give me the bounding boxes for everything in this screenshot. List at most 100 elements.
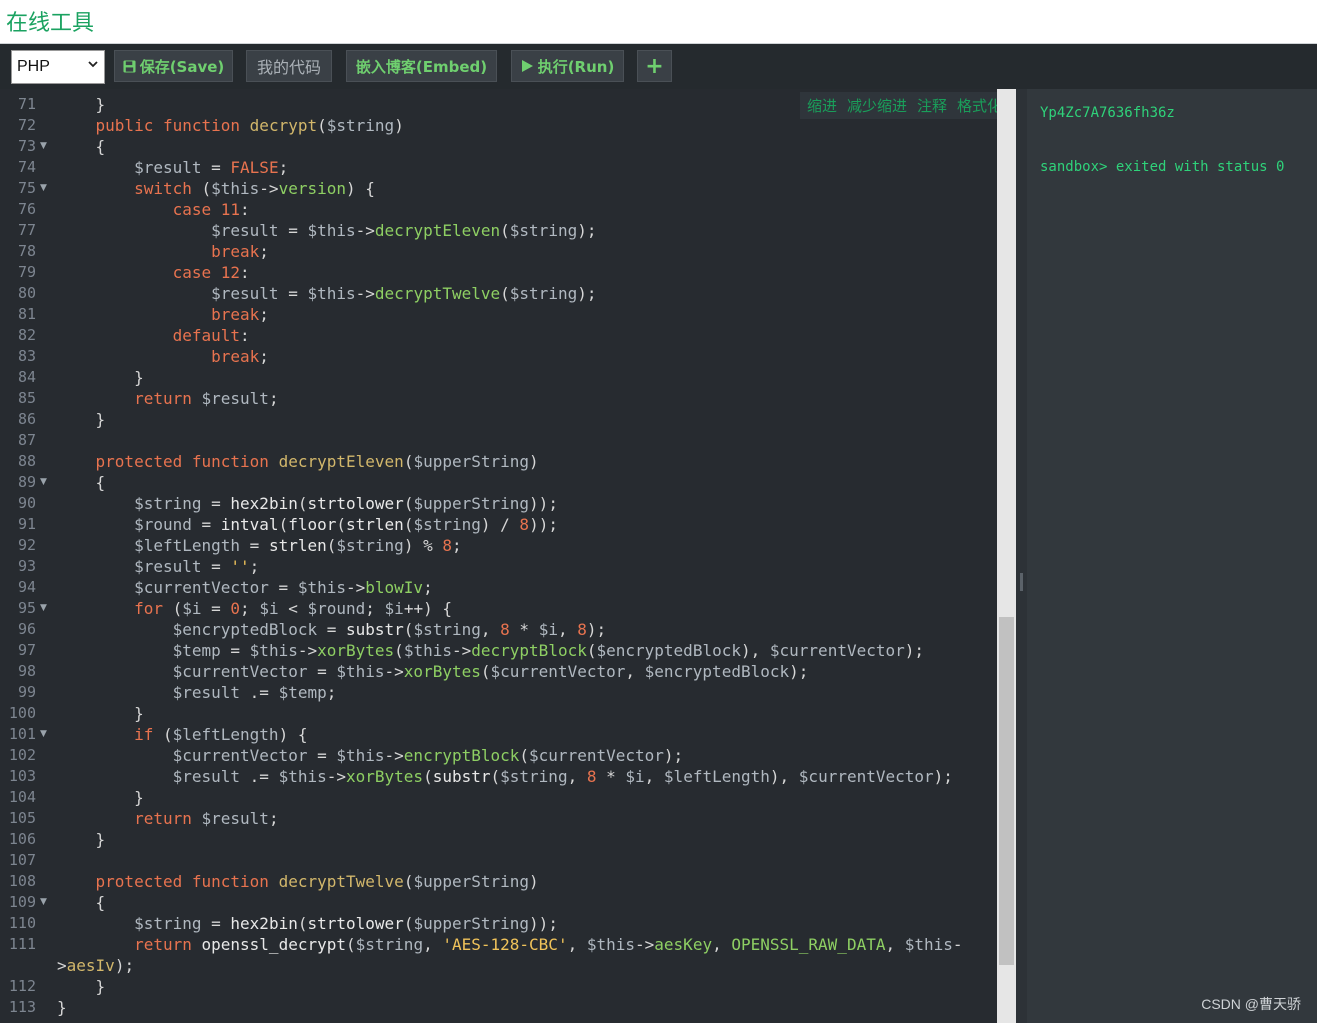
code-line: }: [57, 977, 106, 996]
run-button[interactable]: 执行(Run): [511, 50, 624, 82]
code-line: >aesIv);: [57, 956, 135, 975]
line-number: 79: [17, 263, 36, 281]
editor-scrollbar[interactable]: [997, 89, 1016, 1023]
output-panel: Yp4Zc7A7636fh36z sandbox> exited with sta…: [1027, 89, 1317, 1023]
plus-icon: +: [645, 53, 664, 79]
line-number: 85: [17, 389, 36, 407]
code-line: break;: [211, 347, 269, 366]
code-line: $result = '';: [134, 557, 260, 576]
embed-label: 嵌入博客(Embed): [355, 57, 488, 76]
line-number: 103: [8, 767, 36, 785]
line-number: 86: [17, 410, 36, 428]
line-number: 111: [8, 935, 36, 953]
line-number: 96: [17, 620, 36, 638]
run-label: 执行(Run): [537, 57, 615, 76]
play-icon: [521, 60, 533, 72]
fold-arrow-icon[interactable]: ▼: [40, 183, 47, 193]
fold-arrow-icon[interactable]: ▼: [40, 897, 47, 907]
toolbar: PHP 保存(Save) 我的代码 嵌入博客(Embed) 执行(Run) +: [0, 44, 1317, 89]
code-line: $encryptedBlock = substr($string, 8 * $i…: [172, 620, 607, 639]
line-number: 80: [17, 284, 36, 302]
line-number: 87: [17, 431, 36, 449]
line-number: 99: [17, 683, 36, 701]
line-number: 106: [8, 830, 36, 848]
code-line: default:: [172, 326, 250, 345]
code-line: for ($i = 0; $i < $round; $i++) {: [134, 599, 452, 618]
splitter-grip-icon: [1020, 573, 1023, 591]
line-number: 105: [8, 809, 36, 827]
scrollbar-thumb[interactable]: [999, 617, 1014, 965]
code-line: }: [57, 830, 106, 849]
line-number: 93: [17, 557, 36, 575]
code-line: $result = $this->decryptTwelve($string);: [211, 284, 597, 303]
pane-splitter[interactable]: [1016, 89, 1027, 1023]
code-line: $currentVector = $this->blowIv;: [134, 578, 433, 597]
line-number: 83: [17, 347, 36, 365]
line-number: 71: [17, 95, 36, 113]
fold-arrow-icon[interactable]: ▼: [40, 729, 47, 739]
output-line: sandbox> exited with status 0: [1040, 159, 1285, 175]
code-line: switch ($this->version) {: [134, 179, 375, 198]
line-number: 98: [17, 662, 36, 680]
my-code-button[interactable]: 我的代码: [246, 50, 332, 82]
save-label: 保存(Save): [139, 57, 225, 76]
code-line: $result .= $this->xorBytes(substr($strin…: [172, 767, 953, 786]
code-line: $string = hex2bin(strtolower($upperStrin…: [134, 494, 558, 513]
watermark: CSDN @曹天骄: [1201, 996, 1301, 1012]
line-number: 104: [8, 788, 36, 806]
line-number: 102: [8, 746, 36, 764]
code-line: {: [57, 473, 106, 492]
code-line: case 12:: [172, 263, 250, 282]
chevron-down-icon: [88, 61, 98, 68]
comment-button[interactable]: 注释: [917, 95, 947, 116]
code-line: case 11:: [172, 200, 250, 219]
line-number: 82: [17, 326, 36, 344]
code-line: return openssl_decrypt($string, 'AES-128…: [134, 935, 963, 954]
my-code-label: 我的代码: [256, 58, 321, 77]
outdent-button[interactable]: 减少缩进: [847, 95, 907, 116]
code-line: $string = hex2bin(strtolower($upperStrin…: [134, 914, 558, 933]
language-select[interactable]: PHP: [11, 50, 105, 84]
code-line: }: [57, 998, 67, 1017]
format-button[interactable]: 格式化: [957, 95, 997, 116]
add-button[interactable]: +: [637, 50, 672, 82]
line-number: 81: [17, 305, 36, 323]
embed-button[interactable]: 嵌入博客(Embed): [346, 50, 497, 82]
code-line: {: [57, 137, 106, 156]
code-line: if ($leftLength) {: [134, 725, 308, 744]
line-number: 110: [8, 914, 36, 932]
code-line: $leftLength = strlen($string) % 8;: [134, 536, 462, 555]
line-number: 78: [17, 242, 36, 260]
line-number: 77: [17, 221, 36, 239]
code-line: public function decrypt($string): [95, 116, 404, 135]
code-line: $round = intval(floor(strlen($string) / …: [134, 515, 558, 534]
fold-arrow-icon[interactable]: ▼: [40, 477, 47, 487]
code-editor[interactable]: 71 } 72 public function decrypt($string) 7…: [0, 89, 997, 1023]
editor-actions: 缩进 减少缩进 注释 格式化: [800, 92, 997, 119]
code-line: $temp = $this->xorBytes($this->decryptBl…: [172, 641, 925, 660]
line-number: 76: [17, 200, 36, 218]
line-number: 109: [8, 893, 36, 911]
code-line: $result = FALSE;: [134, 158, 289, 177]
site-title[interactable]: 在线工具: [6, 5, 94, 37]
code-line: }: [57, 368, 144, 387]
code-line: return $result;: [134, 389, 279, 408]
code-line: }: [57, 95, 106, 114]
code-line: break;: [211, 242, 269, 261]
code-line: }: [57, 788, 144, 807]
line-number: 107: [8, 851, 36, 869]
line-number: 97: [17, 641, 36, 659]
save-button[interactable]: 保存(Save): [114, 50, 233, 82]
code-line: $currentVector = $this->xorBytes($curren…: [172, 662, 809, 681]
code-line: $result = $this->decryptEleven($string);: [211, 221, 597, 240]
line-number: 91: [17, 515, 36, 533]
code-line: return $result;: [134, 809, 279, 828]
output-line: Yp4Zc7A7636fh36z: [1040, 105, 1175, 121]
line-number: 75: [17, 179, 36, 197]
line-number: 84: [17, 368, 36, 386]
fold-arrow-icon[interactable]: ▼: [40, 141, 47, 151]
line-number: 74: [17, 158, 36, 176]
fold-arrow-icon[interactable]: ▼: [40, 603, 47, 613]
indent-button[interactable]: 缩进: [807, 95, 837, 116]
line-number: 73: [17, 137, 36, 155]
